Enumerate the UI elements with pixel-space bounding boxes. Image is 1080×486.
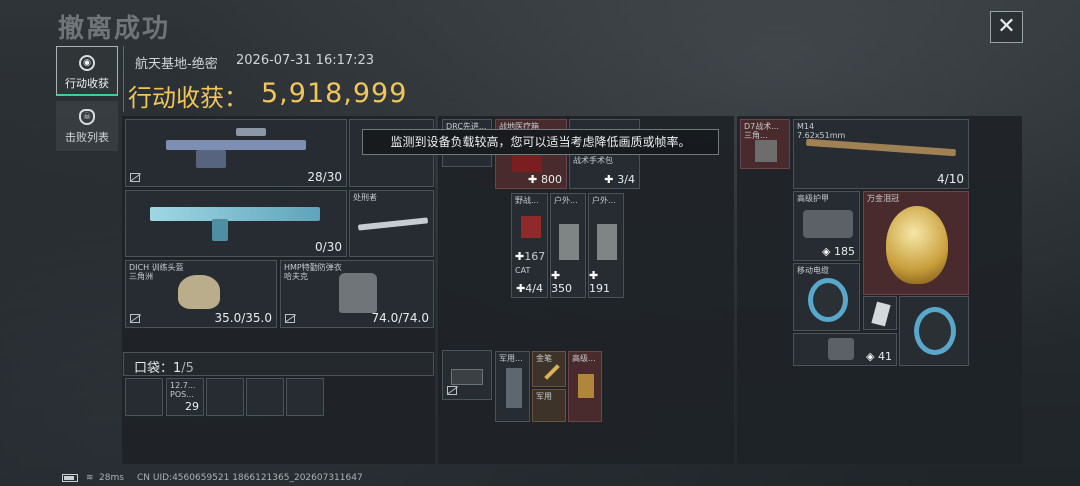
secondary-ammo: 0/30 [315, 240, 342, 254]
egg-icon [886, 206, 948, 284]
chest-rig-item-military-2[interactable]: 军用 [532, 389, 566, 422]
outdoor-1-value: ✚ 350 [551, 269, 572, 295]
cable-reel-icon [808, 278, 848, 322]
armor-slot[interactable]: HMP特勤防弹衣 哈夫克 74.0/74.0 [280, 260, 434, 328]
pocket-slot-1[interactable] [125, 378, 163, 416]
close-icon: ✕ [997, 14, 1016, 39]
pocket-slot-2[interactable]: 12.7... POS... 29 [166, 378, 204, 416]
outdoor-kit-icon [597, 224, 617, 260]
chest-rig-slot[interactable] [442, 350, 492, 400]
rifle-icon [166, 140, 306, 150]
tactical-item-icon [755, 140, 777, 162]
pocket-slot-4[interactable] [246, 378, 284, 416]
rifle-grip-icon [196, 150, 226, 168]
helmet-slot[interactable]: DICH 训练头盔 三角洲 35.0/35.0 [125, 260, 277, 328]
outdoor-kit-icon [559, 224, 579, 260]
pocket-slot-5[interactable] [286, 378, 324, 416]
cat-value: ✚4/4 [516, 282, 543, 295]
unlock-icon [285, 314, 295, 323]
surgery-kit-value: ✚ 3/4 [604, 173, 635, 186]
safebox-item-cable[interactable]: 移动电缆 [793, 263, 860, 331]
outdoor-2-value: ✚ 191 [589, 269, 610, 295]
backpack-item-field-kit[interactable]: 野战... ✚167 CAT ✚4/4 [511, 193, 548, 298]
secondary-weapon-slot[interactable]: 0/30 [125, 190, 347, 257]
tab-kill-list[interactable]: ☠ 击败列表 [56, 101, 118, 151]
helmet-name: DICH 训练头盔 三角洲 [129, 263, 184, 281]
safebox-item-power[interactable]: ◈ 41 [793, 333, 897, 366]
uid-text: CN UID:4560659521 1866121365_20260731164… [137, 473, 363, 483]
card-icon [871, 301, 891, 327]
melee-slot[interactable]: 处刑者 [349, 190, 434, 257]
medkit-value: ✚ 800 [527, 173, 562, 186]
chest-rig-item-advanced[interactable]: 高级... [568, 351, 602, 422]
match-datetime: 2026-07-31 16:17:23 [236, 53, 375, 68]
field-kit-icon [521, 216, 541, 238]
page-title: 撤离成功 [58, 14, 171, 44]
target-icon: ◉ [79, 55, 95, 71]
pocket-slot-3[interactable] [206, 378, 244, 416]
m14-ammo: 4/10 [937, 172, 964, 186]
helmet-durability: 35.0/35.0 [214, 311, 272, 325]
pocket-item-name: 12.7... POS... [170, 381, 196, 399]
melee-name: 处刑者 [353, 193, 377, 202]
skull-icon: ☠ [79, 109, 95, 125]
vest-icon [339, 273, 377, 313]
safebox-item-egg[interactable]: 万金泪冠 [863, 191, 969, 295]
ping-text: 28ms [99, 473, 124, 483]
safebox-item-cable-2[interactable] [899, 296, 969, 366]
power-value: ◈ 41 [866, 350, 892, 363]
pocket-item-count: 29 [185, 400, 199, 413]
pocket-label: 口袋：1/5 [134, 361, 194, 376]
tab-loot[interactable]: ◉ 行动收获 [56, 46, 118, 96]
battery-icon [62, 474, 78, 482]
chest-rig-item-gold-pen[interactable]: 金笔 [532, 351, 566, 387]
backpack-item-outdoor-1[interactable]: 户外... ✚ 350 [550, 193, 586, 298]
scope-icon [236, 128, 266, 136]
close-button[interactable]: ✕ [990, 11, 1023, 43]
military-item-icon [506, 368, 522, 408]
wifi-icon: ≋ [86, 473, 94, 483]
loot-label: 行动收获： [128, 84, 248, 112]
rifle-icon [150, 207, 320, 221]
primary-ammo: 28/30 [307, 170, 342, 184]
magazine-icon [212, 219, 228, 241]
advanced-item-icon [578, 374, 594, 398]
safebox-item-card[interactable] [863, 296, 897, 330]
knife-icon [357, 217, 429, 231]
cable-reel-icon [914, 307, 956, 355]
pen-icon [544, 364, 560, 380]
armor-durability: 74.0/74.0 [371, 311, 429, 325]
safebox-item-tactical[interactable]: D7战术... 三角... [740, 119, 790, 169]
armor-plate-icon [803, 210, 853, 238]
tab-loot-label: 行动收获 [65, 77, 109, 90]
helmet-icon [178, 275, 220, 309]
safebox-item-armor[interactable]: 高级护甲 ◈ 185 [793, 191, 860, 261]
power-bank-icon [828, 338, 854, 360]
field-kit-value: ✚167 [515, 250, 546, 263]
unlock-icon [130, 314, 140, 323]
unlock-icon [447, 386, 457, 395]
header-divider [123, 46, 124, 112]
map-name: 航天基地-绝密 [135, 57, 218, 72]
armor-value: ◈ 185 [822, 245, 855, 258]
unlock-icon [130, 173, 140, 182]
performance-toast: 监测到设备负载较高，您可以适当考虑降低画质或帧率。 [362, 129, 719, 155]
case-icon [451, 369, 483, 385]
tab-kill-list-label: 击败列表 [65, 131, 109, 144]
m14-rifle-icon [805, 138, 957, 157]
armor-name: HMP特勤防弹衣 哈夫克 [284, 263, 342, 281]
safebox-item-m14[interactable]: M14 7.62x51mm 4/10 [793, 119, 969, 189]
primary-weapon-slot[interactable]: 28/30 [125, 119, 347, 187]
chest-rig-item-military[interactable]: 军用... [495, 351, 530, 422]
loot-value: 5,918,999 [261, 78, 408, 109]
backpack-item-outdoor-2[interactable]: 户外... ✚ 191 [588, 193, 624, 298]
